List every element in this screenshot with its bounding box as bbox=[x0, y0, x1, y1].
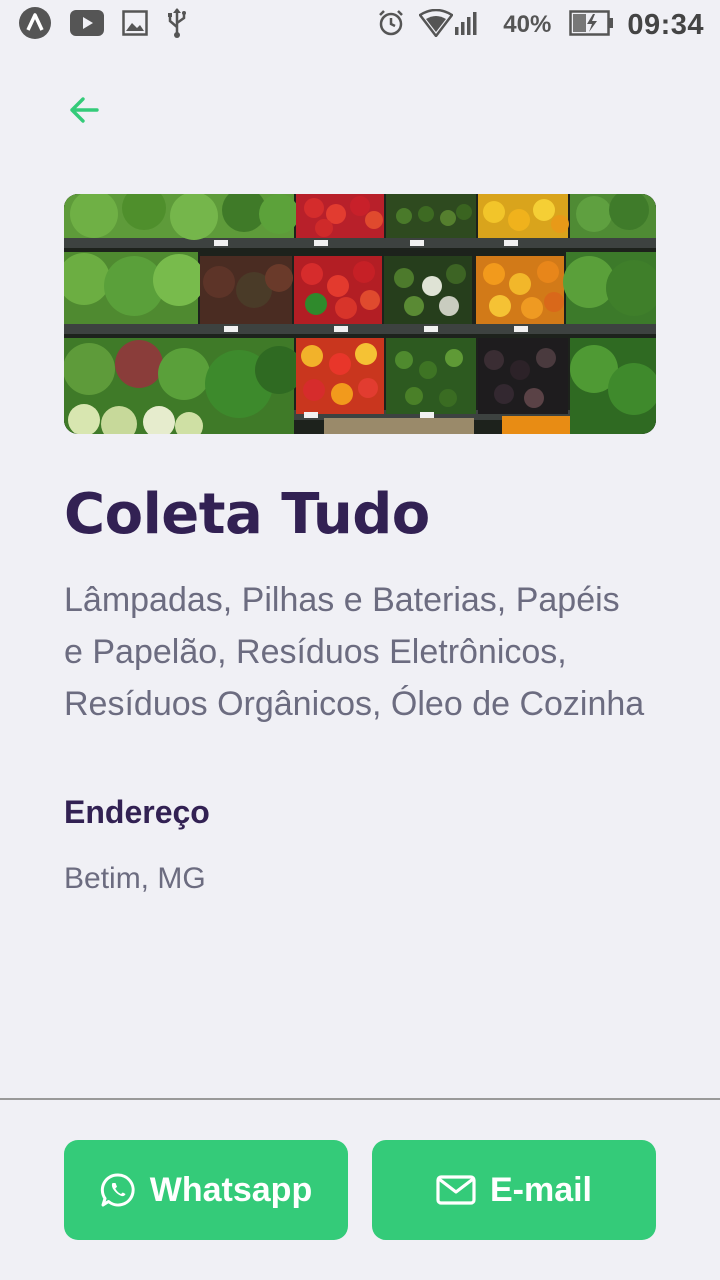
point-name: Coleta Tudo bbox=[64, 482, 430, 547]
address-value: Betim, MG bbox=[64, 862, 206, 895]
address-title: Endereço bbox=[64, 794, 210, 830]
footer-divider bbox=[0, 1098, 720, 1100]
alarm-icon bbox=[377, 9, 405, 41]
whatsapp-icon bbox=[100, 1172, 136, 1208]
usb-icon bbox=[166, 7, 188, 43]
app-logo-icon bbox=[18, 6, 52, 44]
whatsapp-button[interactable]: Whatsapp bbox=[64, 1140, 348, 1240]
point-items-line: Resíduos Orgânicos, Óleo de Cozinha bbox=[64, 685, 645, 723]
youtube-icon bbox=[70, 10, 104, 40]
image-icon bbox=[122, 10, 148, 40]
signal-icon bbox=[455, 11, 477, 39]
clock: 09:34 bbox=[627, 8, 704, 41]
mail-icon bbox=[436, 1174, 476, 1206]
point-image bbox=[64, 194, 656, 434]
battery-percent: 40% bbox=[503, 11, 552, 38]
point-items-line: Lâmpadas, Pilhas e Baterias, Papéis bbox=[64, 581, 620, 619]
battery-charging-icon bbox=[569, 10, 615, 40]
whatsapp-label: Whatsapp bbox=[149, 1170, 313, 1209]
point-items-line: e Papelão, Resíduos Eletrônicos, bbox=[64, 633, 567, 671]
point-items: Lâmpadas, Pilhas e Baterias, Papéis e Pa… bbox=[64, 574, 664, 730]
screen: 40% 09:34 Coleta Tudo Lâmpadas, Pilhas e… bbox=[0, 0, 720, 1280]
back-button[interactable] bbox=[62, 88, 106, 132]
status-bar: 40% 09:34 bbox=[0, 0, 720, 50]
wifi-icon bbox=[418, 8, 455, 41]
email-label: E-mail bbox=[489, 1170, 593, 1209]
arrow-left-icon bbox=[70, 97, 99, 123]
email-button[interactable]: E-mail bbox=[372, 1140, 656, 1240]
